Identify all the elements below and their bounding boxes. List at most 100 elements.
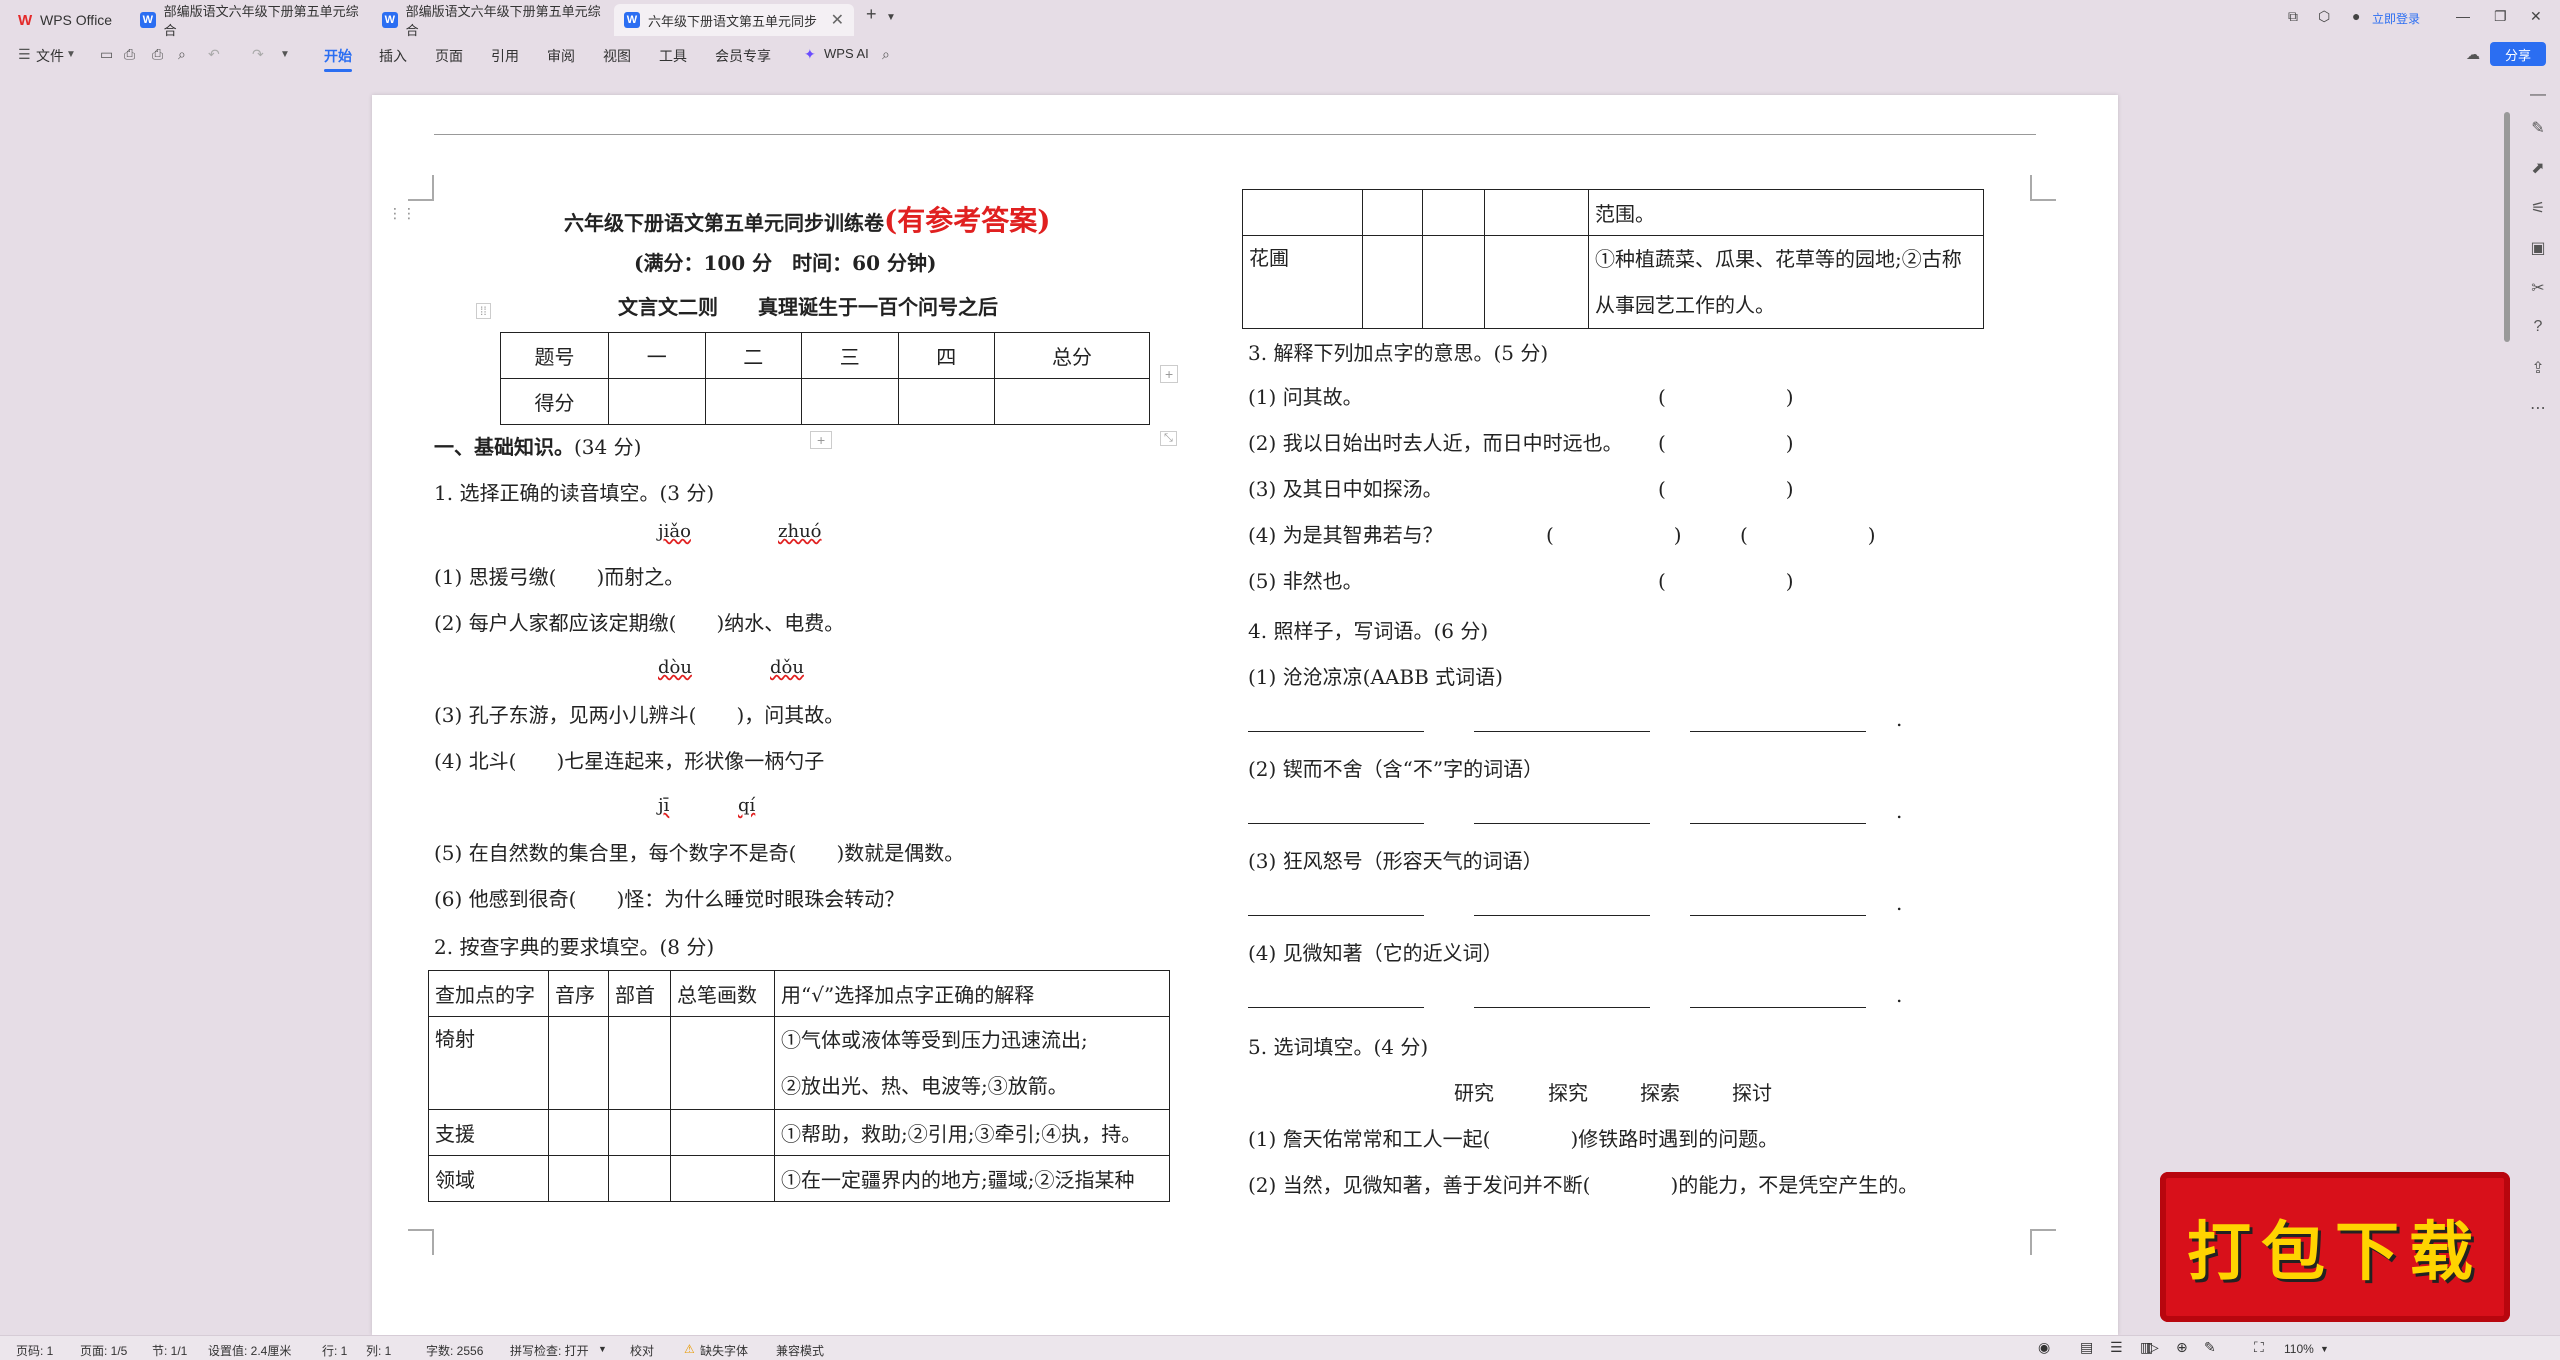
- image-edit-icon[interactable]: ▣: [2528, 238, 2548, 258]
- zoom-level[interactable]: 110%: [2284, 1342, 2314, 1356]
- menu-tab-tools[interactable]: 工具: [659, 46, 687, 66]
- play-icon[interactable]: ▷: [2148, 1339, 2159, 1356]
- tab-document-1[interactable]: W 部编版语文六年级下册第五单元综合: [130, 4, 366, 38]
- answer-blank[interactable]: [1474, 891, 1650, 916]
- dict-cell[interactable]: [1484, 189, 1589, 236]
- menu-tab-insert[interactable]: 插入: [379, 46, 407, 66]
- close-tab-icon[interactable]: ✕: [831, 10, 844, 30]
- status-missing-font[interactable]: 缺失字体: [700, 1342, 748, 1359]
- score-cell[interactable]: [704, 378, 802, 425]
- answer-blank[interactable]: [1248, 891, 1424, 916]
- print-icon[interactable]: ⎙: [152, 46, 163, 63]
- restore-icon[interactable]: ❐: [2494, 8, 2507, 25]
- answer-blank[interactable]: [1474, 799, 1650, 824]
- tab-wps-office[interactable]: W WPS Office: [8, 4, 126, 36]
- answer-blank[interactable]: [1474, 983, 1650, 1008]
- vertical-scrollbar[interactable]: [2504, 112, 2510, 342]
- status-setting[interactable]: 设置值: 2.4厘米: [208, 1342, 291, 1359]
- help-icon[interactable]: ?: [2528, 318, 2548, 338]
- score-cell[interactable]: [801, 378, 899, 425]
- redo-icon[interactable]: ↷: [252, 46, 264, 63]
- status-compat-mode[interactable]: 兼容模式: [776, 1342, 824, 1359]
- cube-icon[interactable]: ⬡: [2318, 8, 2330, 25]
- menu-tab-reference[interactable]: 引用: [491, 46, 519, 66]
- search-icon[interactable]: ⌕: [882, 46, 890, 63]
- user-avatar-icon[interactable]: ●: [2352, 8, 2360, 24]
- status-col[interactable]: 列: 1: [366, 1342, 391, 1359]
- collapse-icon[interactable]: —: [2528, 86, 2548, 106]
- score-cell[interactable]: [608, 378, 706, 425]
- table-resize-icon[interactable]: ⤡: [1160, 431, 1177, 446]
- dict-cell[interactable]: [670, 1155, 775, 1202]
- more-icon[interactable]: ⋯: [2528, 398, 2548, 418]
- pen-icon[interactable]: ✎: [2528, 118, 2548, 138]
- dict-cell[interactable]: [548, 1109, 609, 1156]
- score-cell[interactable]: [897, 378, 995, 425]
- eye-protection-icon[interactable]: ◉: [2038, 1339, 2050, 1356]
- dict-cell[interactable]: [1422, 189, 1485, 236]
- menu-hamburger-icon[interactable]: ☰: [18, 46, 31, 63]
- answer-blank[interactable]: [1690, 891, 1866, 916]
- share-button[interactable]: 分享: [2490, 42, 2546, 66]
- tools-icon[interactable]: ✂: [2528, 278, 2548, 298]
- chevron-down-icon[interactable]: ▼: [280, 49, 290, 60]
- print-preview-icon[interactable]: ⌕: [178, 46, 186, 63]
- answer-blank[interactable]: [1248, 707, 1424, 732]
- save-icon[interactable]: ▭: [100, 46, 113, 63]
- dict-cell[interactable]: [608, 1155, 671, 1202]
- tab-document-2[interactable]: W 部编版语文六年级下册第五单元综合: [372, 4, 608, 38]
- add-row-icon[interactable]: +: [810, 431, 833, 449]
- chevron-down-icon[interactable]: ▼: [2320, 1344, 2329, 1354]
- status-pages[interactable]: 页面: 1/5: [80, 1342, 127, 1359]
- web-view-icon[interactable]: ⊕: [2176, 1339, 2188, 1356]
- menu-tab-review[interactable]: 审阅: [547, 46, 575, 66]
- answer-blank[interactable]: [1690, 707, 1866, 732]
- answer-blank[interactable]: [1690, 799, 1866, 824]
- cloud-sync-icon[interactable]: ☁: [2466, 46, 2480, 63]
- menu-wps-ai[interactable]: WPS AI: [824, 46, 869, 61]
- share-doc-icon[interactable]: ⇪: [2528, 358, 2548, 378]
- dict-cell[interactable]: [548, 1155, 609, 1202]
- status-section[interactable]: 节: 1/1: [152, 1342, 187, 1359]
- answer-blank[interactable]: [1248, 983, 1424, 1008]
- status-words[interactable]: 字数: 2556: [426, 1342, 483, 1359]
- status-row[interactable]: 行: 1: [322, 1342, 347, 1359]
- tab-list-chevron-icon[interactable]: ▼: [886, 12, 896, 23]
- answer-blank[interactable]: [1690, 983, 1866, 1008]
- document-page[interactable]: ⋮⋮ 六年级下册语文第五单元同步训练卷(有参考答案) (满分：100 分 时间：…: [372, 95, 2118, 1335]
- answer-blank[interactable]: [1248, 799, 1424, 824]
- export-pdf-icon[interactable]: ⎙: [124, 46, 135, 63]
- dict-cell[interactable]: [1362, 189, 1423, 236]
- answer-blank[interactable]: [1474, 707, 1650, 732]
- undo-icon[interactable]: ↶: [208, 46, 220, 63]
- adjust-icon[interactable]: ⚟: [2528, 198, 2548, 218]
- chevron-down-icon[interactable]: ▼: [66, 49, 76, 60]
- status-page[interactable]: 页码: 1: [16, 1342, 53, 1359]
- menu-tab-view[interactable]: 视图: [603, 46, 631, 66]
- dict-cell[interactable]: [670, 1016, 775, 1110]
- edit-view-icon[interactable]: ✎: [2204, 1339, 2216, 1356]
- dict-cell[interactable]: [1362, 235, 1423, 329]
- menu-tab-member[interactable]: 会员专享: [715, 46, 771, 66]
- chevron-down-icon[interactable]: ▼: [598, 1344, 607, 1354]
- download-pack-badge[interactable]: 打包下载: [2160, 1172, 2510, 1322]
- score-cell[interactable]: [994, 378, 1150, 425]
- add-column-icon[interactable]: +: [1160, 365, 1179, 383]
- tab-document-active[interactable]: W 六年级下册语文第五单元同步 ✕: [614, 4, 854, 36]
- status-spellcheck[interactable]: 拼写检查: 打开: [510, 1342, 589, 1359]
- login-link[interactable]: 立即登录: [2372, 10, 2420, 27]
- table-move-handle-icon[interactable]: ⁞⁞: [476, 303, 491, 319]
- wps-ai-icon[interactable]: ✦: [804, 46, 816, 63]
- menu-file[interactable]: 文件: [36, 46, 64, 66]
- status-proofread[interactable]: 校对: [630, 1342, 654, 1359]
- dict-cell[interactable]: [1422, 235, 1485, 329]
- minimize-icon[interactable]: —: [2456, 8, 2470, 24]
- window-layout-icon[interactable]: ⧉: [2288, 8, 2298, 25]
- dict-cell[interactable]: [1484, 235, 1589, 329]
- dict-cell[interactable]: [608, 1016, 671, 1110]
- page-view-icon[interactable]: ▤: [2080, 1339, 2093, 1356]
- dict-cell[interactable]: [608, 1109, 671, 1156]
- dict-cell[interactable]: [670, 1109, 775, 1156]
- fit-page-icon[interactable]: ⛶: [2254, 1339, 2264, 1356]
- close-window-icon[interactable]: ✕: [2530, 8, 2542, 25]
